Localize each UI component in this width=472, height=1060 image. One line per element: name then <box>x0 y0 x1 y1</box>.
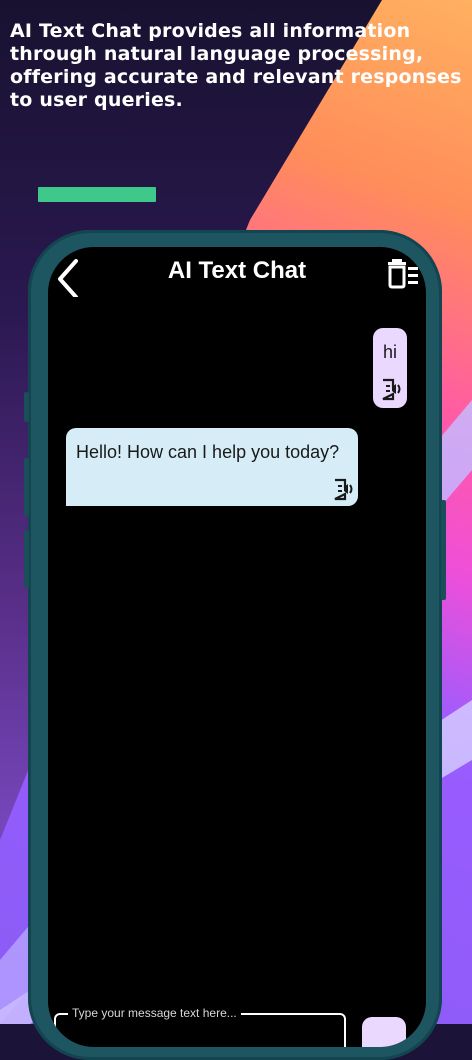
phone-power-button <box>441 500 446 600</box>
message-text: Hello! How can I help you today? <box>76 442 340 462</box>
message-bubble-assistant: Hello! How can I help you today? <box>66 428 358 506</box>
message-bubble-user: hi <box>373 328 407 408</box>
page-title: AI Text Chat <box>167 257 307 284</box>
message-text: hi <box>382 342 397 362</box>
phone-side-button-1 <box>24 392 29 422</box>
message-input[interactable]: Type your message text here... <box>54 1006 346 1047</box>
trash-icon[interactable] <box>386 257 420 289</box>
speaker-document-icon[interactable] <box>380 376 404 402</box>
accent-bar <box>38 187 156 202</box>
app-toolbar: AI Text Chat <box>48 247 426 303</box>
phone-side-button-3 <box>24 530 29 588</box>
phone-side-button-2 <box>24 458 29 516</box>
message-input-placeholder: Type your message text here... <box>68 1006 241 1020</box>
phone-screen: AI Text Chat hi Hello! How can I help yo… <box>48 247 426 1047</box>
send-button[interactable] <box>362 1017 406 1047</box>
promo-headline: AI Text Chat provides all information th… <box>10 20 462 111</box>
speaker-document-icon[interactable] <box>332 476 356 502</box>
